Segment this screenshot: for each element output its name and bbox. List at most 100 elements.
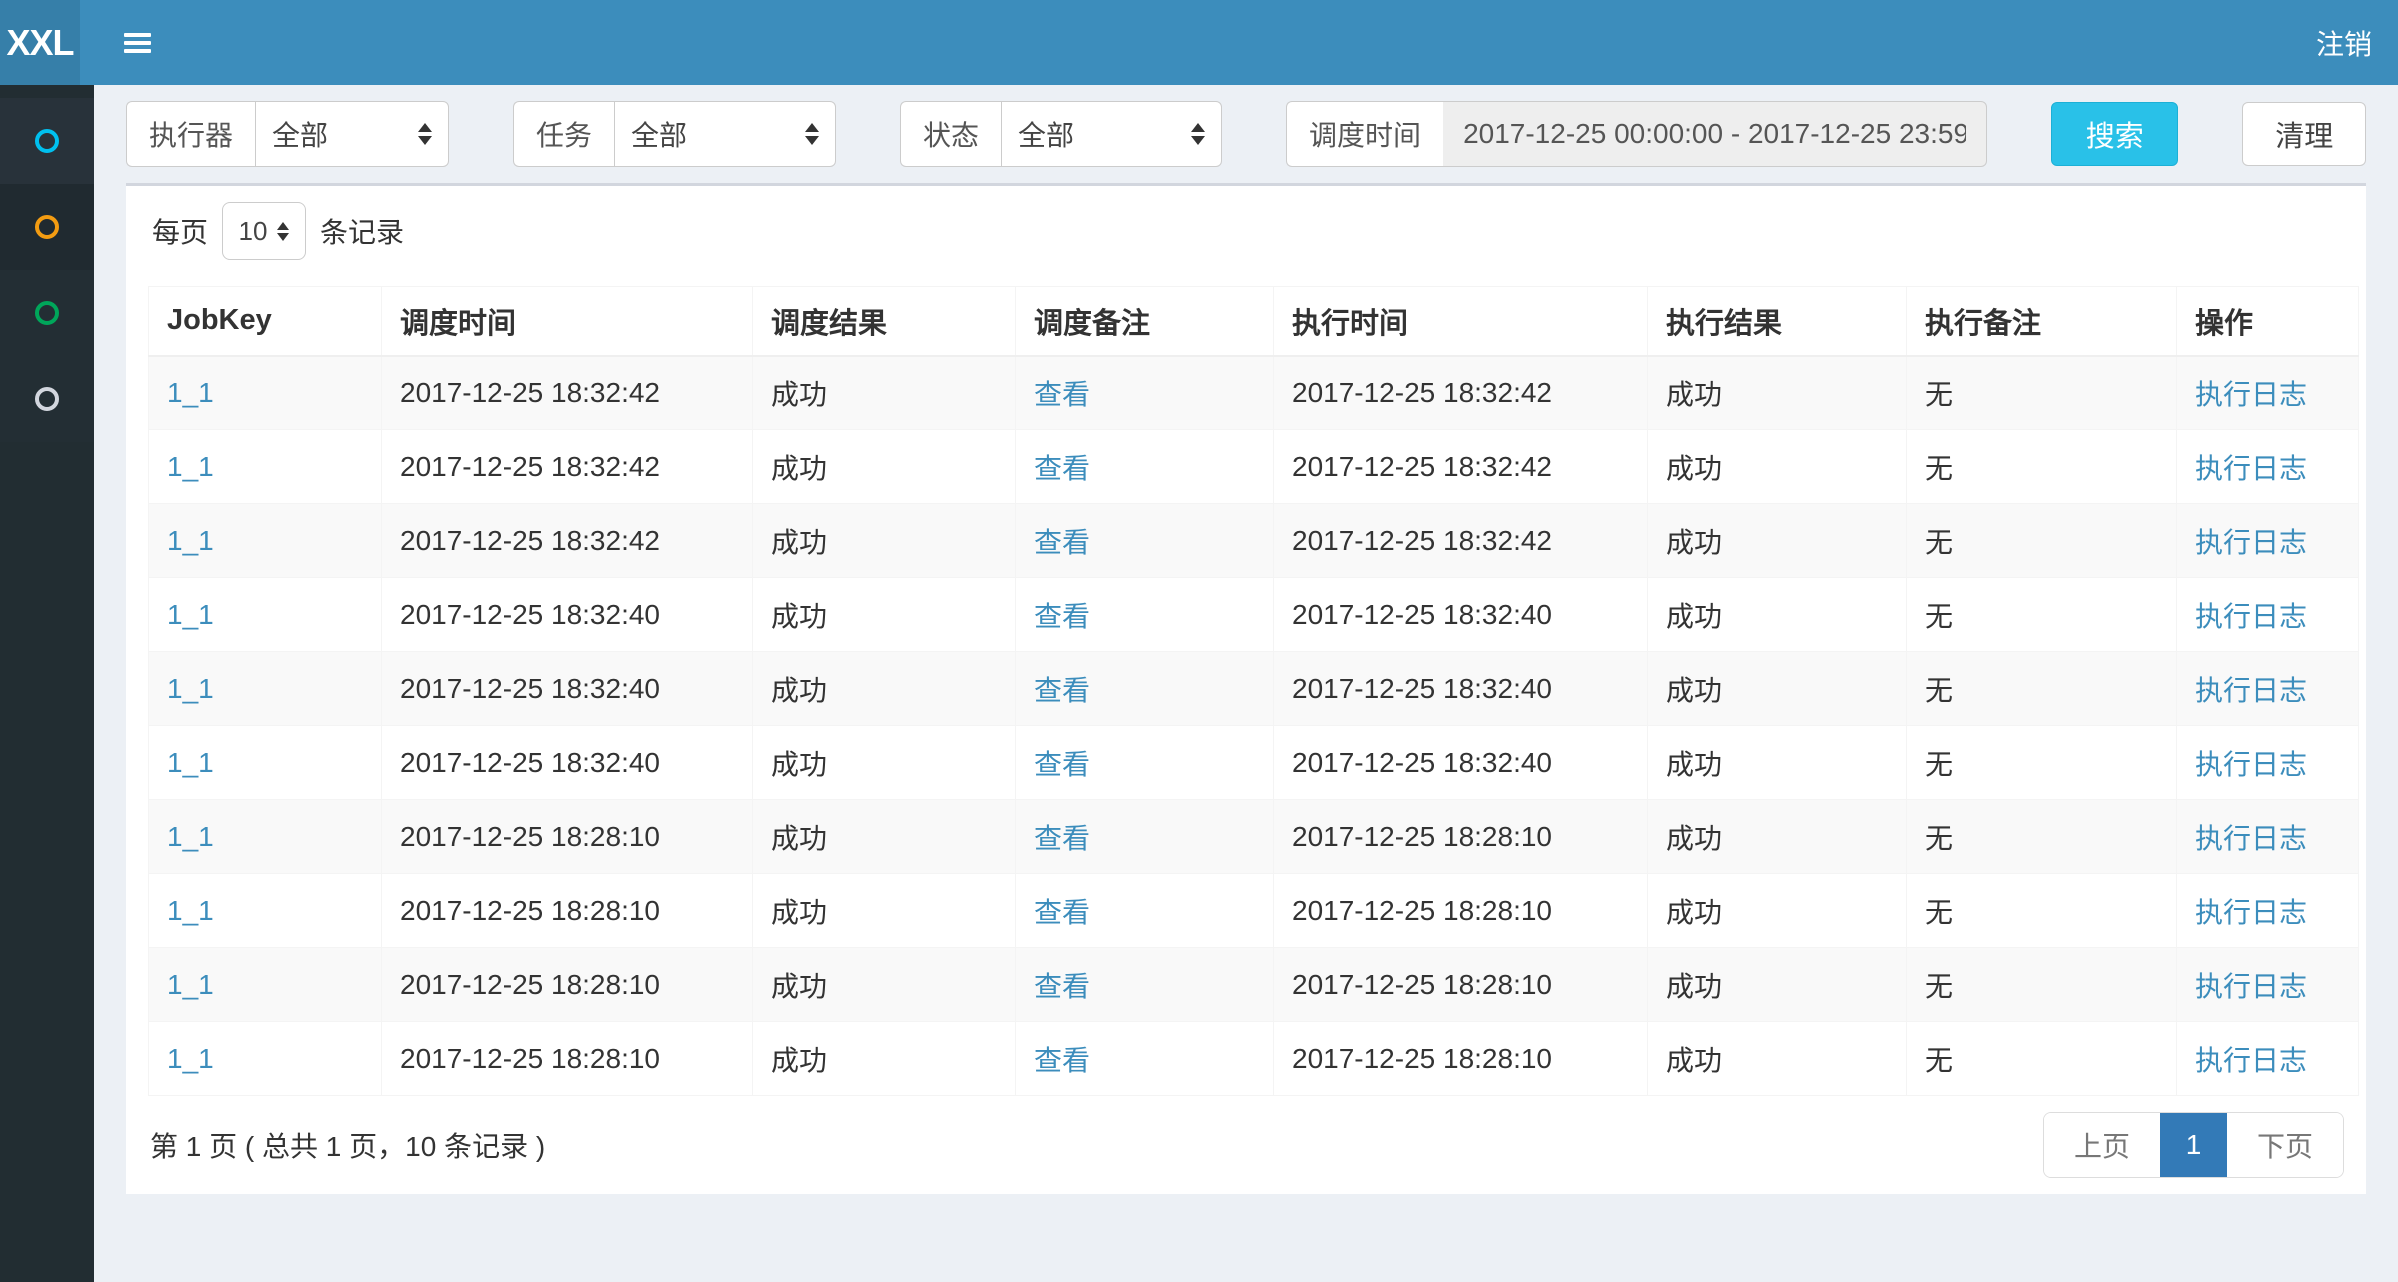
handle-time-cell: 2017-12-25 18:32:40 <box>1274 726 1648 800</box>
job-key-link[interactable]: 1_1 <box>167 747 214 778</box>
hamburger-icon <box>124 33 151 37</box>
handle-result-cell: 成功 <box>1648 504 1907 578</box>
job-key-link[interactable]: 1_1 <box>167 451 214 482</box>
table-row: 1_1 2017-12-25 18:28:10 成功 查看 2017-12-25… <box>149 1022 2359 1096</box>
trigger-result-cell: 成功 <box>753 874 1016 948</box>
status-select[interactable]: 全部 <box>1001 101 1222 167</box>
execution-log-link[interactable]: 执行日志 <box>2195 527 2307 558</box>
trigger-msg-link[interactable]: 查看 <box>1034 971 1090 1002</box>
handle-result-cell: 成功 <box>1648 356 1907 430</box>
handle-result-cell: 成功 <box>1648 726 1907 800</box>
trigger-msg-link[interactable]: 查看 <box>1034 675 1090 706</box>
job-filter-label: 任务 <box>513 101 614 167</box>
job-filter-group: 任务 全部 <box>513 101 836 167</box>
execution-log-link[interactable]: 执行日志 <box>2195 453 2307 484</box>
job-key-link[interactable]: 1_1 <box>167 525 214 556</box>
job-key-link[interactable]: 1_1 <box>167 599 214 630</box>
execution-log-link[interactable]: 执行日志 <box>2195 379 2307 410</box>
execution-log-link[interactable]: 执行日志 <box>2195 897 2307 928</box>
job-key-link[interactable]: 1_1 <box>167 895 214 926</box>
trigger-result-cell: 成功 <box>753 504 1016 578</box>
executor-select[interactable]: 全部 <box>255 101 449 167</box>
trigger-msg-link[interactable]: 查看 <box>1034 1045 1090 1076</box>
sidebar-item-1[interactable] <box>0 98 94 184</box>
trigger-msg-link[interactable]: 查看 <box>1034 749 1090 780</box>
handle-time-cell: 2017-12-25 18:32:42 <box>1274 504 1648 578</box>
table-row: 1_1 2017-12-25 18:28:10 成功 查看 2017-12-25… <box>149 874 2359 948</box>
execution-log-link[interactable]: 执行日志 <box>2195 1045 2307 1076</box>
logout-button[interactable]: 注销 <box>2316 23 2372 63</box>
page-size-value: 10 <box>239 216 268 247</box>
search-button[interactable]: 搜索 <box>2051 102 2178 166</box>
log-table-body: 1_1 2017-12-25 18:32:42 成功 查看 2017-12-25… <box>149 356 2359 1096</box>
handle-result-cell: 成功 <box>1648 430 1907 504</box>
job-select[interactable]: 全部 <box>614 101 836 167</box>
table-row: 1_1 2017-12-25 18:32:42 成功 查看 2017-12-25… <box>149 356 2359 430</box>
job-key-link[interactable]: 1_1 <box>167 377 214 408</box>
job-key-link[interactable]: 1_1 <box>167 1043 214 1074</box>
clear-button[interactable]: 清理 <box>2242 102 2366 166</box>
trigger-time-cell: 2017-12-25 18:28:10 <box>382 800 753 874</box>
job-select-value: 全部 <box>631 114 687 154</box>
execution-log-link[interactable]: 执行日志 <box>2195 675 2307 706</box>
handle-time-cell: 2017-12-25 18:32:40 <box>1274 578 1648 652</box>
column-header-handle-time: 执行时间 <box>1274 287 1648 356</box>
page-size-select[interactable]: 10 <box>222 202 306 260</box>
trigger-msg-link[interactable]: 查看 <box>1034 823 1090 854</box>
main-content: 调度日志任务调度中心 执行器 全部 任务 全部 状态 全部 调度时间 <box>94 18 2398 1194</box>
handle-result-cell: 成功 <box>1648 948 1907 1022</box>
status-filter-label: 状态 <box>900 101 1001 167</box>
prev-page-button[interactable]: 上页 <box>2044 1113 2160 1177</box>
column-header-action: 操作 <box>2177 287 2359 356</box>
handle-time-cell: 2017-12-25 18:28:10 <box>1274 874 1648 948</box>
status-filter-group: 状态 全部 <box>900 101 1222 167</box>
handle-result-cell: 成功 <box>1648 800 1907 874</box>
dispatch-log-table: JobKey 调度时间 调度结果 调度备注 执行时间 执行结果 执行备注 操作 … <box>148 286 2359 1096</box>
handle-msg-cell: 无 <box>1907 874 2177 948</box>
execution-log-link[interactable]: 执行日志 <box>2195 971 2307 1002</box>
table-footer: 第 1 页 ( 总共 1 页，10 条记录 ) 上页 1 下页 <box>148 1112 2344 1194</box>
handle-time-cell: 2017-12-25 18:32:42 <box>1274 430 1648 504</box>
trigger-msg-link[interactable]: 查看 <box>1034 453 1090 484</box>
current-page-button[interactable]: 1 <box>2160 1113 2227 1177</box>
sidebar-item-2[interactable] <box>0 184 94 270</box>
handle-msg-cell: 无 <box>1907 652 2177 726</box>
trigger-time-cell: 2017-12-25 18:28:10 <box>382 1022 753 1096</box>
job-key-link[interactable]: 1_1 <box>167 969 214 1000</box>
circle-o-icon <box>35 387 59 411</box>
handle-msg-cell: 无 <box>1907 800 2177 874</box>
next-page-button[interactable]: 下页 <box>2227 1113 2343 1177</box>
trigger-time-cell: 2017-12-25 18:32:42 <box>382 356 753 430</box>
select-arrows-icon <box>418 123 432 145</box>
top-navbar: XXL 注销 <box>0 0 2398 85</box>
execution-log-link[interactable]: 执行日志 <box>2195 601 2307 632</box>
trigger-msg-link[interactable]: 查看 <box>1034 897 1090 928</box>
handle-msg-cell: 无 <box>1907 578 2177 652</box>
execution-log-link[interactable]: 执行日志 <box>2195 823 2307 854</box>
log-panel: 每页 10 条记录 JobKey 调度时间 调度结果 调度备注 执行时间 执行结… <box>126 183 2366 1194</box>
log-table-head: JobKey 调度时间 调度结果 调度备注 执行时间 执行结果 执行备注 操作 <box>149 287 2359 356</box>
trigger-result-cell: 成功 <box>753 578 1016 652</box>
trigger-time-cell: 2017-12-25 18:32:42 <box>382 430 753 504</box>
trigger-time-cell: 2017-12-25 18:32:42 <box>382 504 753 578</box>
trigger-msg-link[interactable]: 查看 <box>1034 601 1090 632</box>
trigger-time-cell: 2017-12-25 18:32:40 <box>382 652 753 726</box>
sidebar-toggle-button[interactable] <box>122 27 153 59</box>
sidebar-item-3[interactable] <box>0 270 94 356</box>
trigger-time-range-input[interactable] <box>1443 101 1987 167</box>
trigger-time-cell: 2017-12-25 18:32:40 <box>382 726 753 800</box>
handle-msg-cell: 无 <box>1907 430 2177 504</box>
table-row: 1_1 2017-12-25 18:32:40 成功 查看 2017-12-25… <box>149 652 2359 726</box>
trigger-result-cell: 成功 <box>753 356 1016 430</box>
job-key-link[interactable]: 1_1 <box>167 821 214 852</box>
trigger-msg-link[interactable]: 查看 <box>1034 379 1090 410</box>
page-size-prefix-label: 每页 <box>152 211 208 251</box>
job-key-link[interactable]: 1_1 <box>167 673 214 704</box>
column-header-handle-result: 执行结果 <box>1648 287 1907 356</box>
sidebar-item-4[interactable] <box>0 356 94 442</box>
trigger-time-cell: 2017-12-25 18:32:40 <box>382 578 753 652</box>
trigger-msg-link[interactable]: 查看 <box>1034 527 1090 558</box>
handle-result-cell: 成功 <box>1648 874 1907 948</box>
trigger-result-cell: 成功 <box>753 800 1016 874</box>
execution-log-link[interactable]: 执行日志 <box>2195 749 2307 780</box>
